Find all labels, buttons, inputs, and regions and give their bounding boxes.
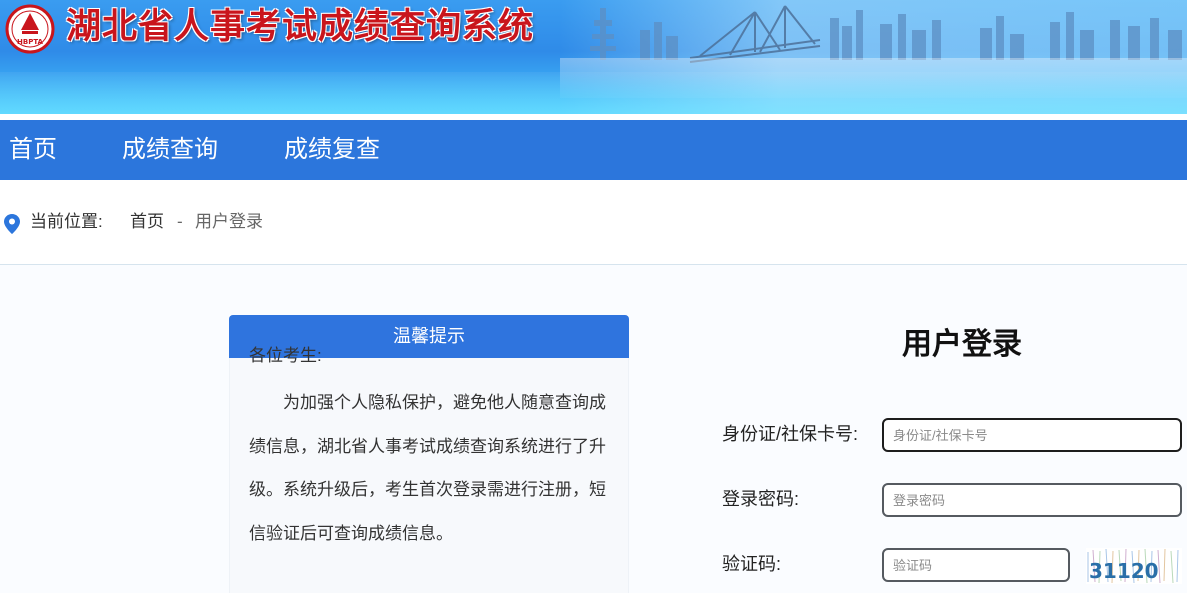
captcha-input[interactable]: [882, 548, 1070, 582]
password-input[interactable]: [882, 483, 1182, 517]
hbpta-logo: HBPTA: [5, 4, 55, 54]
nav-item-score-query[interactable]: 成绩查询: [122, 120, 218, 180]
captcha-label: 验证码:: [722, 554, 782, 574]
breadcrumb: 当前位置: 首页 - 用户登录: [0, 200, 600, 244]
captcha-text: 31120: [1089, 559, 1159, 583]
notice-paragraph: 为加强个人隐私保护，避免他人随意查询成绩信息，湖北省人事考试成绩查询系统进行了升…: [249, 393, 606, 543]
site-title: 湖北省人事考试成绩查询系统: [66, 6, 535, 47]
id-number-input[interactable]: [882, 418, 1182, 452]
notice-panel: 温馨提示 各位考生: 为加强个人隐私保护，避免他人随意查询成绩信息，湖北省人事考…: [229, 315, 629, 593]
breadcrumb-home-link[interactable]: 首页: [130, 210, 164, 234]
captcha-image[interactable]: 31120: [1086, 548, 1182, 584]
id-number-label: 身份证/社保卡号:: [722, 424, 859, 444]
header-banner: HBPTA 湖北省人事考试成绩查询系统: [0, 0, 1187, 114]
nav-item-home[interactable]: 首页: [9, 120, 57, 180]
banner-glow: [0, 72, 1187, 114]
breadcrumb-current: 用户登录: [195, 212, 263, 231]
password-label: 登录密码:: [722, 489, 800, 509]
notice-greeting: 各位考生:: [249, 346, 322, 365]
main-nav: 首页 成绩查询 成绩复查: [0, 120, 1187, 180]
location-pin-icon: [4, 214, 20, 234]
breadcrumb-separator: -: [177, 212, 183, 231]
login-title: 用户登录: [902, 328, 1022, 361]
breadcrumb-prefix: 当前位置:: [30, 212, 103, 231]
logo-text: HBPTA: [17, 38, 44, 46]
nav-item-score-review[interactable]: 成绩复查: [284, 120, 380, 180]
